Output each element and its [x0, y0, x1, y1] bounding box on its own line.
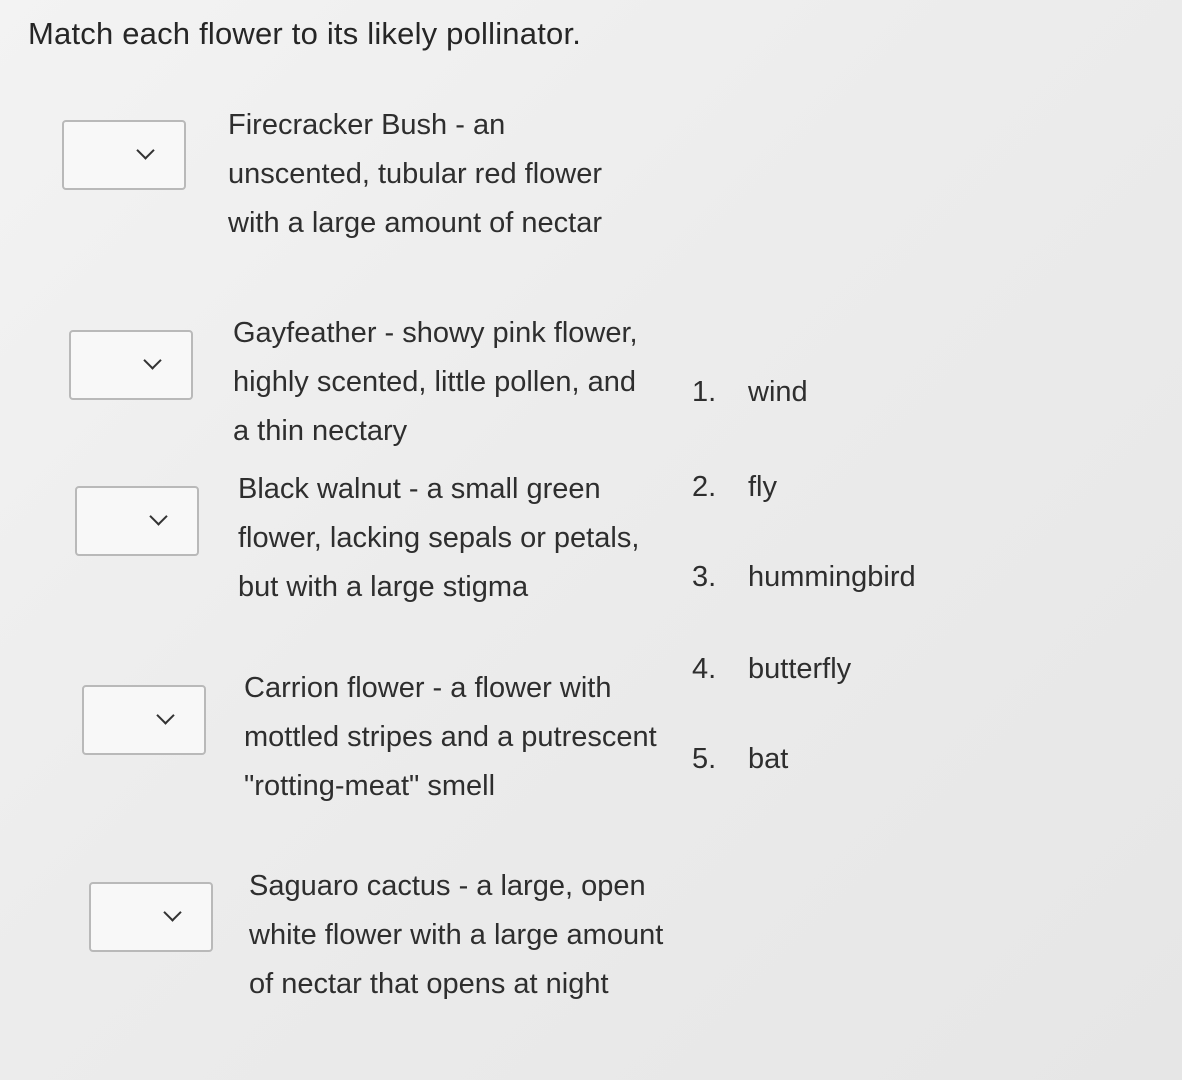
- pollinator-label: butterfly: [748, 653, 852, 685]
- pollinator-label: fly: [748, 471, 777, 503]
- pollinator-label: wind: [748, 376, 808, 408]
- chevron-down-icon: [149, 507, 168, 526]
- pollinator-label: bat: [748, 743, 789, 775]
- chevron-down-icon: [136, 141, 155, 160]
- pollinator-number: 4.: [692, 653, 717, 685]
- flower-description-1: Firecracker Bush - an unscented, tubular…: [228, 109, 602, 239]
- pollinator-number: 5.: [692, 743, 717, 775]
- pollinator-item-bat: 5. bat: [692, 743, 788, 776]
- pollinator-number: 2.: [692, 471, 717, 503]
- pollinator-item-wind: 1. wind: [692, 376, 808, 409]
- pollinator-number: 3.: [692, 561, 717, 593]
- pollinator-item-fly: 2. fly: [692, 471, 777, 504]
- match-dropdown-4[interactable]: [82, 685, 206, 755]
- flower-description-3: Black walnut - a small green flower, lac…: [238, 473, 640, 603]
- pollinator-item-butterfly: 4. butterfly: [692, 653, 851, 686]
- match-dropdown-1[interactable]: [62, 120, 186, 190]
- pollinator-item-hummingbird: 3. hummingbird: [692, 561, 916, 594]
- flower-description-2: Gayfeather - showy pink flower, highly s…: [233, 317, 638, 447]
- flower-description-4: Carrion flower - a flower with mottled s…: [244, 672, 657, 802]
- chevron-down-icon: [143, 351, 162, 370]
- chevron-down-icon: [163, 903, 182, 922]
- chevron-down-icon: [156, 706, 175, 725]
- pollinator-number: 1.: [692, 376, 717, 408]
- flower-description-5: Saguaro cactus - a large, open white flo…: [249, 870, 664, 1000]
- match-dropdown-2[interactable]: [69, 330, 193, 400]
- question-text: Match each flower to its likely pollinat…: [28, 16, 582, 51]
- match-dropdown-3[interactable]: [75, 486, 199, 556]
- match-dropdown-5[interactable]: [89, 882, 213, 952]
- pollinator-label: hummingbird: [748, 561, 916, 593]
